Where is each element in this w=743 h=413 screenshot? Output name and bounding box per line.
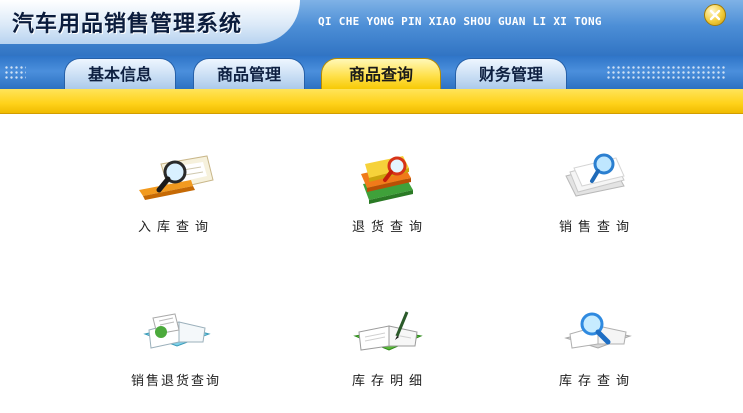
item-label: 库存查询 xyxy=(558,374,635,389)
return-query-item[interactable]: 退货查询 xyxy=(320,150,460,235)
item-label: 销售退货查询 xyxy=(130,374,221,389)
open-book-magnifier-icon xyxy=(564,312,632,349)
item-label: 入库查询 xyxy=(137,220,214,235)
sales-return-query-item[interactable]: 销售退货查询 xyxy=(106,304,246,389)
open-book-notes-icon xyxy=(143,313,211,349)
subnav-bar xyxy=(0,89,743,114)
tab-finance-management[interactable]: 财务管理 xyxy=(455,58,567,90)
stock-query-item[interactable]: 库存查询 xyxy=(527,304,667,389)
stock-in-query-item[interactable]: 入库查询 xyxy=(106,150,246,235)
item-label: 退货查询 xyxy=(351,220,428,235)
title-bar: 汽车用品销售管理系统 QI CHE YONG PIN XIAO SHOU GUA… xyxy=(0,0,743,58)
nav-dots-left xyxy=(4,65,26,81)
stock-detail-item[interactable]: 库存明细 xyxy=(320,304,460,389)
magnifier-document-icon xyxy=(139,155,214,200)
tab-product-management[interactable]: 商品管理 xyxy=(193,58,305,90)
tab-product-query[interactable]: 商品查询 xyxy=(321,58,441,90)
app-title: 汽车用品销售管理系统 xyxy=(12,12,243,37)
close-icon xyxy=(709,9,721,21)
tab-basic-info[interactable]: 基本信息 xyxy=(64,58,176,90)
nav-dots-right xyxy=(606,65,726,81)
sales-query-item[interactable]: 销售查询 xyxy=(527,150,667,235)
main-nav: 基本信息 商品管理 商品查询 财务管理 xyxy=(0,56,743,90)
books-magnifier-icon xyxy=(361,156,413,204)
close-button[interactable] xyxy=(704,4,726,26)
papers-magnifier-icon xyxy=(565,153,625,197)
item-label: 销售查询 xyxy=(558,220,635,235)
notebook-pen-icon xyxy=(353,311,423,351)
item-label: 库存明细 xyxy=(351,374,428,389)
app-title-pinyin: QI CHE YONG PIN XIAO SHOU GUAN LI XI TON… xyxy=(318,15,602,28)
